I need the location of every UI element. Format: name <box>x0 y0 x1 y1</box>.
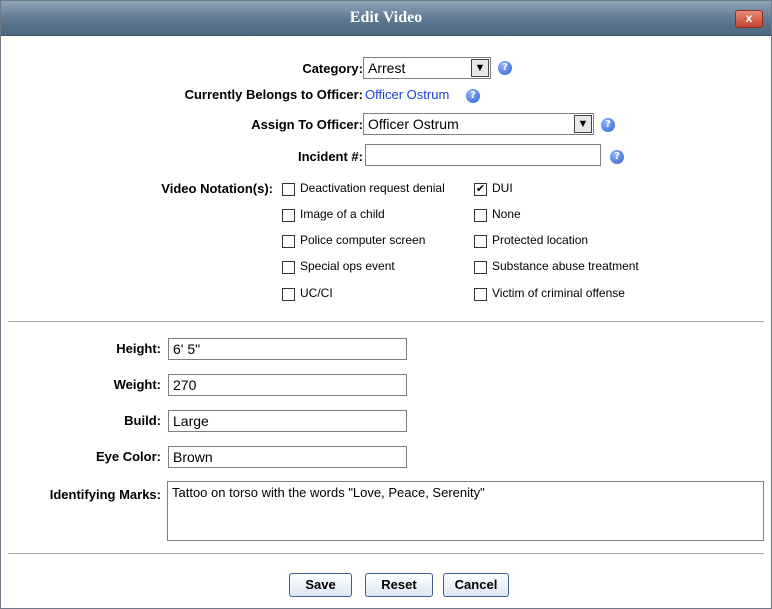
assign-officer-select[interactable]: Officer Ostrum ▼ <box>363 113 594 135</box>
notation-checkbox-uc-ci[interactable] <box>282 288 295 301</box>
close-button[interactable]: x <box>735 10 763 28</box>
category-help-icon[interactable]: ? <box>498 61 512 75</box>
height-input[interactable]: 6' 5" <box>168 338 407 360</box>
incident-label: Incident #: <box>297 149 363 164</box>
incident-help-icon[interactable]: ? <box>610 150 624 164</box>
belongs-help-icon[interactable]: ? <box>466 89 480 103</box>
dialog-title: Edit Video <box>349 9 423 26</box>
category-label: Category: <box>302 61 363 76</box>
notation-label: Police computer screen <box>300 233 426 247</box>
notation-checkbox-special-ops-event[interactable] <box>282 261 295 274</box>
notation-checkbox-substance-abuse-treatment[interactable] <box>474 261 487 274</box>
notation-label: Image of a child <box>300 207 385 221</box>
video-notations-label: Video Notation(s): <box>161 181 273 196</box>
edit-video-dialog: Edit Video x Category: Arrest ▼ ? Curren… <box>0 0 772 609</box>
belongs-officer-link[interactable]: Officer Ostrum <box>365 87 449 102</box>
notation-label: Victim of criminal offense <box>492 286 625 300</box>
notation-label: DUI <box>492 181 513 195</box>
section-divider <box>8 553 764 554</box>
notation-checkbox-deactivation-request-denial[interactable] <box>282 183 295 196</box>
notation-checkbox-protected-location[interactable] <box>474 235 487 248</box>
notation-checkbox-none[interactable] <box>474 209 487 222</box>
cancel-button[interactable]: Cancel <box>443 573 509 597</box>
notation-label: UC/CI <box>300 286 333 300</box>
eye-color-input[interactable]: Brown <box>168 446 407 468</box>
notation-label: Substance abuse treatment <box>492 259 639 273</box>
belongs-label: Currently Belongs to Officer: <box>184 87 363 102</box>
chevron-down-icon: ▼ <box>574 115 592 133</box>
identifying-marks-textarea[interactable]: Tattoo on torso with the words "Love, Pe… <box>167 481 764 541</box>
build-input[interactable]: Large <box>168 410 407 432</box>
notation-checkbox-dui[interactable]: ✔ <box>474 183 487 196</box>
close-icon: x <box>745 11 753 25</box>
notation-checkbox-victim-of-criminal-offense[interactable] <box>474 288 487 301</box>
assign-officer-value: Officer Ostrum <box>368 116 459 132</box>
notation-label: Deactivation request denial <box>300 181 445 195</box>
section-divider <box>8 321 764 322</box>
category-value: Arrest <box>368 60 406 76</box>
notation-label: Special ops event <box>300 259 395 273</box>
weight-label: Weight: <box>113 377 161 392</box>
chevron-down-icon: ▼ <box>471 59 489 77</box>
incident-input[interactable] <box>365 144 601 166</box>
build-label: Build: <box>124 413 161 428</box>
identifying-marks-label: Identifying Marks: <box>49 487 161 502</box>
assign-help-icon[interactable]: ? <box>601 118 615 132</box>
notation-checkbox-image-of-a-child[interactable] <box>282 209 295 222</box>
reset-button[interactable]: Reset <box>365 573 433 597</box>
save-button[interactable]: Save <box>289 573 352 597</box>
height-label: Height: <box>116 341 161 356</box>
notation-checkbox-police-computer-screen[interactable] <box>282 235 295 248</box>
notation-label: None <box>492 207 521 221</box>
dialog-titlebar: Edit Video x <box>1 1 771 36</box>
eye-color-label: Eye Color: <box>95 449 161 464</box>
weight-input[interactable]: 270 <box>168 374 407 396</box>
notation-label: Protected location <box>492 233 589 247</box>
assign-label: Assign To Officer: <box>251 117 363 132</box>
category-select[interactable]: Arrest ▼ <box>363 57 491 79</box>
